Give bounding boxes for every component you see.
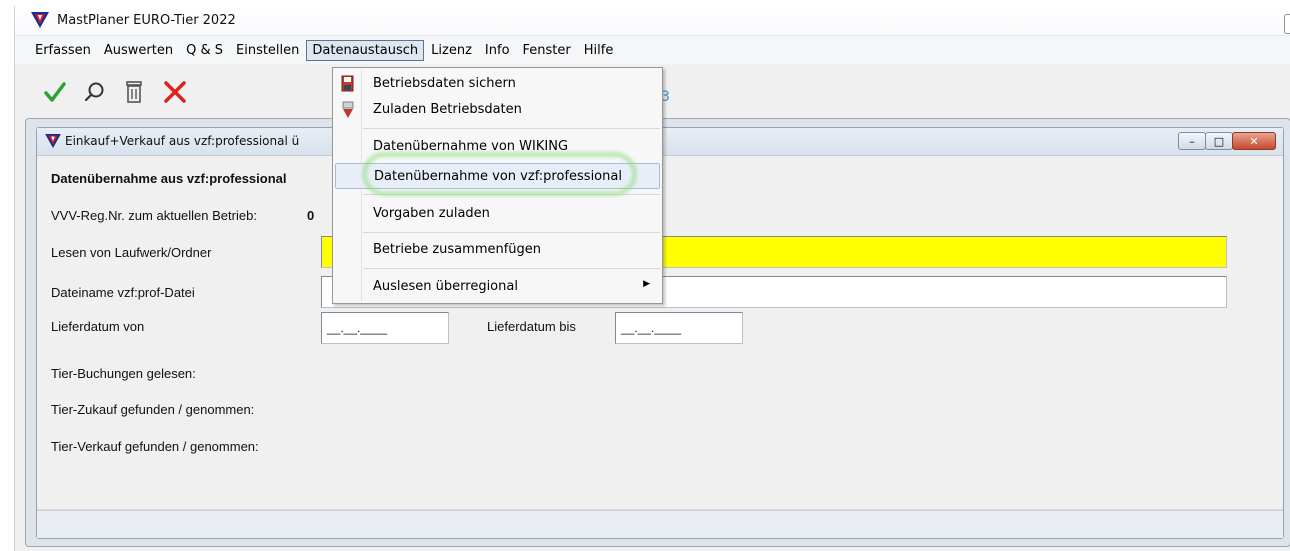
date-from-label: Lieferdatum von [51,319,145,334]
app-logo-icon [45,134,61,148]
bookings-read-label: Tier-Buchungen gelesen: [51,366,196,381]
close-icon: ✕ [1249,134,1259,148]
trash-icon [126,81,142,103]
drive-folder-label: Lesen von Laufwerk/Ordner [51,245,212,260]
minimize-icon: – [1189,134,1195,148]
menu-item-datenuebernahme-wiking[interactable]: Datenübernahme von WIKING [335,134,660,160]
menu-bar: Erfassen Auswerten Q & S Einstellen Date… [15,36,1290,64]
save-disk-icon [341,75,354,92]
date-to-label: Lieferdatum bis [487,319,576,334]
app-logo-icon [31,12,49,28]
sale-found-label: Tier-Verkauf gefunden / genommen: [51,439,259,454]
window-control-edge[interactable] [1284,14,1290,34]
menu-item-label: Zuladen Betriebsdaten [373,102,522,117]
minimize-button[interactable]: – [1178,132,1206,150]
title-bar: MastPlaner EURO-Tier 2022 [15,6,1290,36]
menu-einstellen[interactable]: Einstellen [230,40,305,61]
menu-separator [363,268,660,269]
menu-item-datenuebernahme-vzf[interactable]: Datenübernahme von vzf:professional [335,163,660,189]
menu-item-label: Betriebe zusammenfügen [373,242,542,257]
menu-item-label: Betriebsdaten sichern [373,76,516,91]
purchase-found-label: Tier-Zukauf gefunden / genommen: [51,402,255,417]
menu-item-betriebe-zusammenfuegen[interactable]: Betriebe zusammenfügen [335,237,660,263]
maximize-button[interactable]: □ [1205,132,1233,150]
search-icon [84,82,104,102]
menu-item-label: Datenübernahme von vzf:professional [374,169,622,184]
menu-hilfe[interactable]: Hilfe [578,40,620,61]
date-from-value: __.__.____ [327,321,388,335]
menu-item-label: Datenübernahme von WIKING [373,139,569,154]
maximize-icon: □ [1213,134,1225,148]
menu-separator [363,232,660,233]
submenu-arrow-icon: ▶ [643,279,650,289]
load-data-icon [342,101,354,118]
menu-separator [363,194,660,195]
menu-fenster[interactable]: Fenster [517,40,577,61]
window-title: MastPlaner EURO-Tier 2022 [57,13,236,28]
confirm-button[interactable] [35,72,75,112]
menu-erfassen[interactable]: Erfassen [29,40,97,61]
desktop-edge [0,0,10,551]
menu-item-betriebsdaten-sichern[interactable]: Betriebsdaten sichern [335,71,660,97]
filename-label: Dateiname vzf:prof-Datei [51,285,195,300]
date-from-field[interactable]: __.__.____ [321,312,449,344]
menu-item-zuladen-betriebsdaten[interactable]: Zuladen Betriebsdaten [335,97,660,123]
date-to-field[interactable]: __.__.____ [615,312,743,344]
datenaustausch-dropdown: Betriebsdaten sichern Zuladen Betriebsda… [332,67,663,304]
reg-nr-value: 0 [307,208,315,223]
menu-item-label: Auslesen überregional [373,279,518,294]
menu-item-label: Vorgaben zuladen [373,206,490,221]
delete-button[interactable] [114,72,154,112]
child-window-title: Einkauf+Verkauf aus vzf:professional ü [65,134,300,148]
menu-auswerten[interactable]: Auswerten [98,40,179,61]
menu-info[interactable]: Info [479,40,516,61]
date-to-value: __.__.____ [621,321,682,335]
menu-separator [363,128,660,129]
checkmark-icon [44,82,66,102]
menu-item-auslesen-ueberregional[interactable]: Auslesen überregional ▶ [335,274,660,300]
close-window-button[interactable]: ✕ [1232,132,1276,150]
cancel-button[interactable] [155,72,195,112]
menu-lizenz[interactable]: Lizenz [425,40,478,61]
menu-item-vorgaben-zuladen[interactable]: Vorgaben zuladen [335,201,660,227]
reg-nr-label: VVV-Reg.Nr. zum aktuellen Betrieb: [51,208,257,223]
status-strip [37,510,1283,538]
form-heading: Datenübernahme aus vzf:professional [51,171,287,186]
search-button[interactable] [75,72,115,112]
window-controls: – □ ✕ [1178,132,1276,150]
close-icon [164,81,186,103]
menu-q-und-s[interactable]: Q & S [180,40,229,61]
menu-datenaustausch[interactable]: Datenaustausch [306,39,425,61]
